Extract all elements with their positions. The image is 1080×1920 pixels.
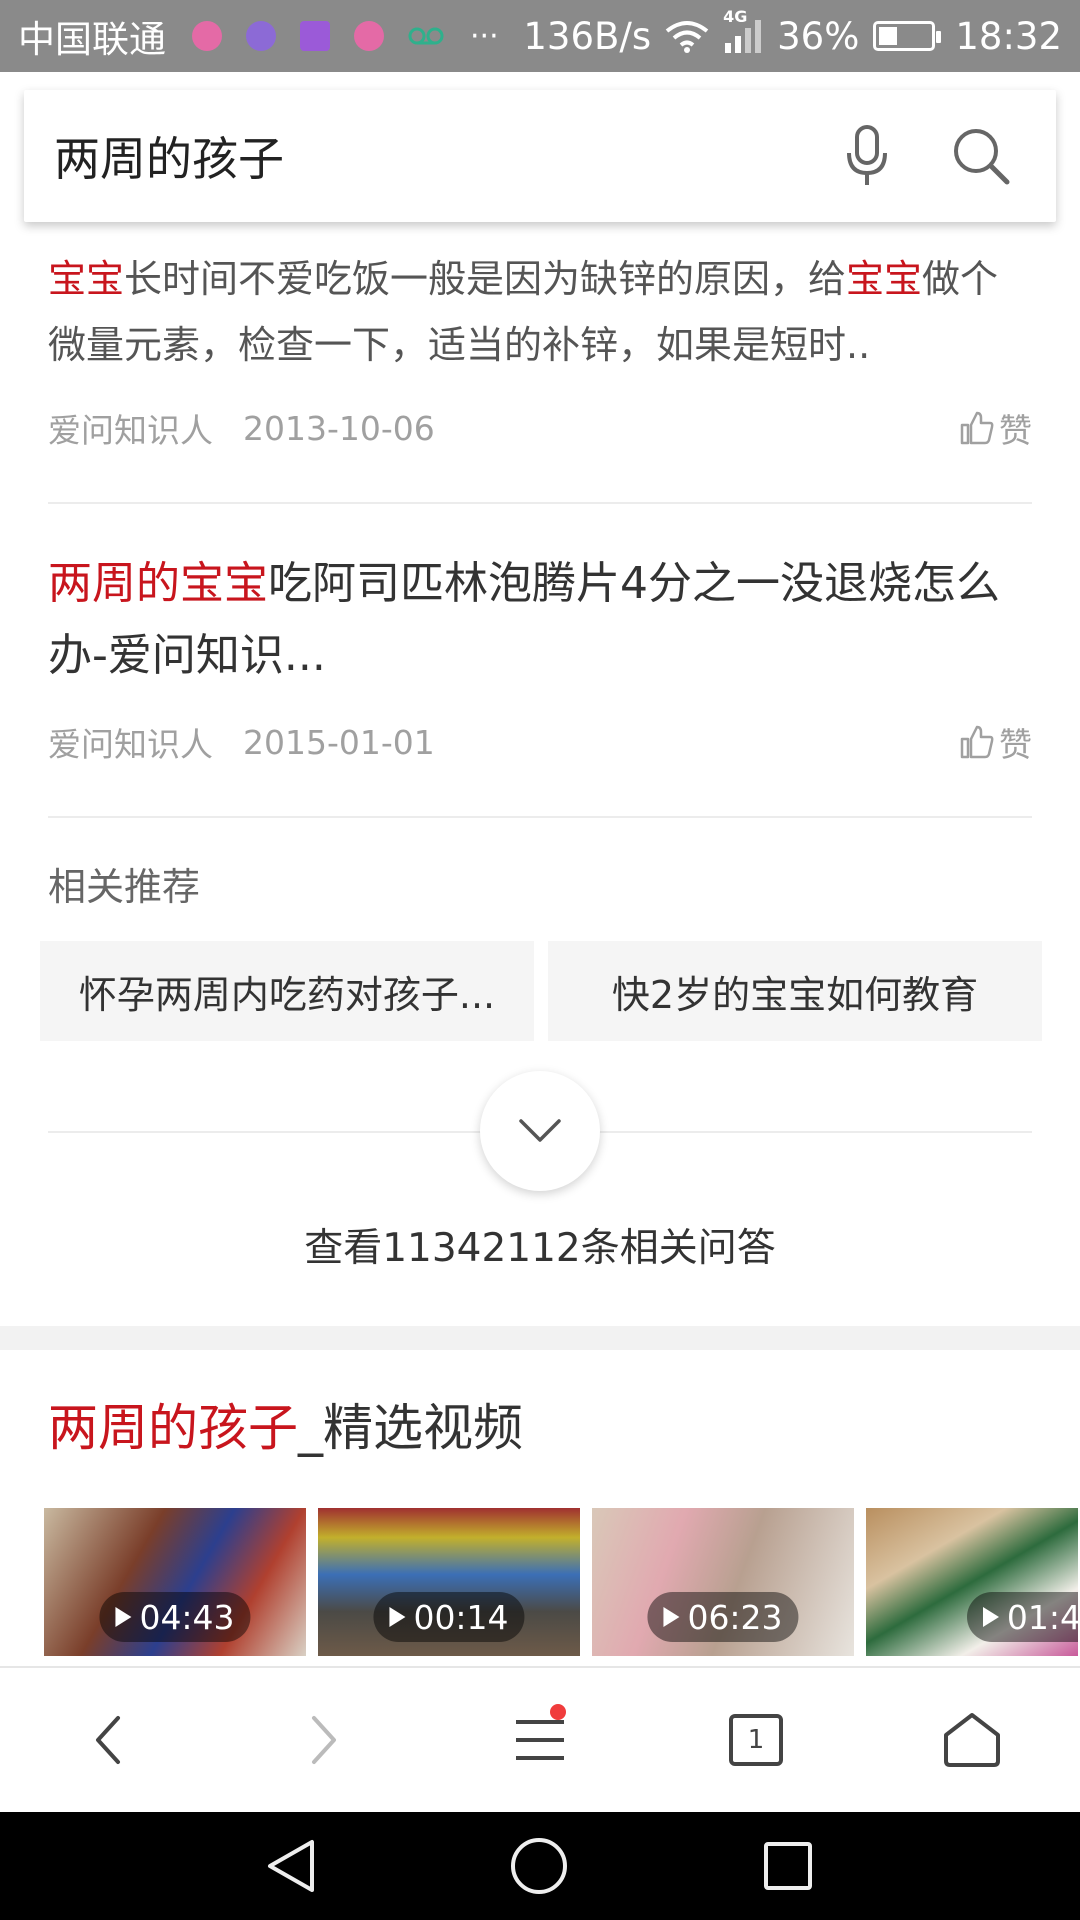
duration-text: 01:44 — [1006, 1597, 1078, 1637]
thumbs-up-icon — [960, 411, 994, 445]
result-date: 2015-01-01 — [243, 722, 435, 762]
nav-home-icon[interactable] — [509, 1836, 569, 1896]
video-thumbnail[interactable]: 06:23 — [592, 1508, 854, 1656]
video-thumbnail[interactable]: 01:44 — [866, 1508, 1078, 1656]
notification-dot — [550, 1704, 566, 1720]
result-source: 爱问知识人 — [48, 411, 213, 450]
gallery-notification-icon — [300, 21, 330, 51]
home-button[interactable] — [912, 1680, 1032, 1800]
result-title[interactable]: 两周的宝宝吃阿司匹林泡腾片4分之一没退烧怎么办-爱问知识... — [48, 548, 1032, 692]
chevron-right-icon — [312, 1716, 336, 1764]
network-type: 4G — [723, 7, 748, 26]
wifi-icon — [665, 19, 709, 53]
video-duration: 00:14 — [373, 1592, 525, 1642]
back-button[interactable] — [48, 1680, 168, 1800]
play-icon — [663, 1607, 680, 1627]
play-icon — [982, 1607, 999, 1627]
like-label: 赞 — [999, 411, 1032, 450]
duration-text: 06:23 — [687, 1597, 783, 1637]
tabs-button[interactable]: 1 — [696, 1680, 816, 1800]
result-date: 2013-10-06 — [243, 408, 435, 448]
thumbs-up-icon — [960, 725, 994, 759]
carrier-name: 中国联通 — [18, 18, 166, 61]
app-notification-icon — [192, 21, 222, 51]
result-item[interactable]: 两周的宝宝吃阿司匹林泡腾片4分之一没退烧怎么办-爱问知识... 爱问知识人 20… — [48, 548, 1032, 818]
result-snippet: 宝宝长时间不爱吃饭一般是因为缺锌的原因，给宝宝做个微量元素，检查一下，适当的补锌… — [48, 246, 1032, 378]
system-nav-bar — [0, 1812, 1080, 1920]
status-right: 136B/s 4G 36% 18:32 — [523, 7, 1062, 58]
search-header — [0, 72, 1080, 232]
highlight-text: 两周的宝宝 — [48, 558, 268, 609]
voicemail-icon — [408, 25, 444, 47]
browser-toolbar: 1 — [0, 1666, 1080, 1812]
status-bar: 中国联通 ··· 136B/s 4G 36% 18:32 — [0, 0, 1080, 72]
snippet-text: 长时间不爱吃饭一般是因为缺锌的原因，给 — [124, 257, 847, 301]
expand-button[interactable] — [480, 1071, 600, 1191]
section-separator — [0, 1326, 1080, 1350]
related-chip[interactable]: 怀孕两周内吃药对孩子... — [40, 941, 534, 1041]
clock: 18:32 — [955, 14, 1062, 58]
video-duration: 06:23 — [647, 1592, 799, 1642]
video-title-highlight: 两周的孩子 — [48, 1399, 298, 1457]
divider — [48, 502, 1032, 504]
expand-row — [48, 1071, 1032, 1191]
tabs-icon: 1 — [729, 1714, 783, 1766]
battery-percent: 36% — [777, 14, 860, 58]
network-speed: 136B/s — [523, 14, 652, 58]
related-chips: 怀孕两周内吃药对孩子... 快2岁的宝宝如何教育 — [40, 941, 1042, 1041]
highlight-text: 宝宝 — [48, 257, 125, 301]
app-notification-icon — [246, 21, 276, 51]
menu-button[interactable] — [480, 1680, 600, 1800]
search-icon[interactable] — [936, 111, 1026, 201]
divider — [48, 816, 1032, 818]
battery-icon — [873, 21, 942, 51]
like-button[interactable]: 赞 — [959, 718, 1032, 766]
video-thumbnail[interactable]: 04:43 — [44, 1508, 306, 1656]
highlight-text: 宝宝 — [846, 257, 923, 301]
results-list: 宝宝长时间不爱吃饭一般是因为缺锌的原因，给宝宝做个微量元素，检查一下，适当的补锌… — [40, 232, 1042, 1273]
chevron-left-icon — [96, 1716, 120, 1764]
view-all-link[interactable]: 查看11342112条相关问答 — [48, 1217, 1032, 1273]
result-item[interactable]: 宝宝长时间不爱吃饭一般是因为缺锌的原因，给宝宝做个微量元素，检查一下，适当的补锌… — [48, 246, 1032, 504]
video-duration: 01:44 — [966, 1592, 1078, 1642]
microphone-icon[interactable] — [822, 111, 912, 201]
message-notification-icon — [354, 21, 384, 51]
play-icon — [115, 1607, 132, 1627]
video-duration: 04:43 — [99, 1592, 251, 1642]
like-button[interactable]: 赞 — [959, 404, 1032, 452]
related-title: 相关推荐 — [48, 865, 201, 909]
nav-back-icon[interactable] — [266, 1838, 316, 1894]
menu-icon — [516, 1720, 564, 1760]
tab-count: 1 — [747, 1725, 765, 1755]
result-meta: 爱问知识人 2015-01-01 赞 — [48, 712, 1032, 772]
home-icon — [944, 1713, 1000, 1767]
video-carousel: 04:43 00:14 06:23 01:44 — [44, 1508, 1078, 1656]
like-label: 赞 — [999, 725, 1032, 764]
more-notifications: ··· — [470, 18, 499, 54]
search-box — [24, 90, 1056, 222]
nav-recents-icon[interactable] — [762, 1840, 814, 1892]
video-title-rest: _精选视频 — [298, 1399, 523, 1457]
duration-text: 04:43 — [139, 1597, 235, 1637]
search-input[interactable] — [54, 129, 798, 183]
related-chip[interactable]: 快2岁的宝宝如何教育 — [548, 941, 1042, 1041]
forward-button[interactable] — [264, 1680, 384, 1800]
duration-text: 00:14 — [413, 1597, 509, 1637]
chevron-down-icon — [519, 1119, 561, 1142]
cell-signal-icon: 4G — [723, 7, 763, 53]
play-icon — [389, 1607, 406, 1627]
video-thumbnail[interactable]: 00:14 — [318, 1508, 580, 1656]
result-meta: 爱问知识人 2013-10-06 赞 — [48, 398, 1032, 458]
video-section-title: 两周的孩子_精选视频 — [48, 1388, 523, 1460]
result-source: 爱问知识人 — [48, 725, 213, 764]
